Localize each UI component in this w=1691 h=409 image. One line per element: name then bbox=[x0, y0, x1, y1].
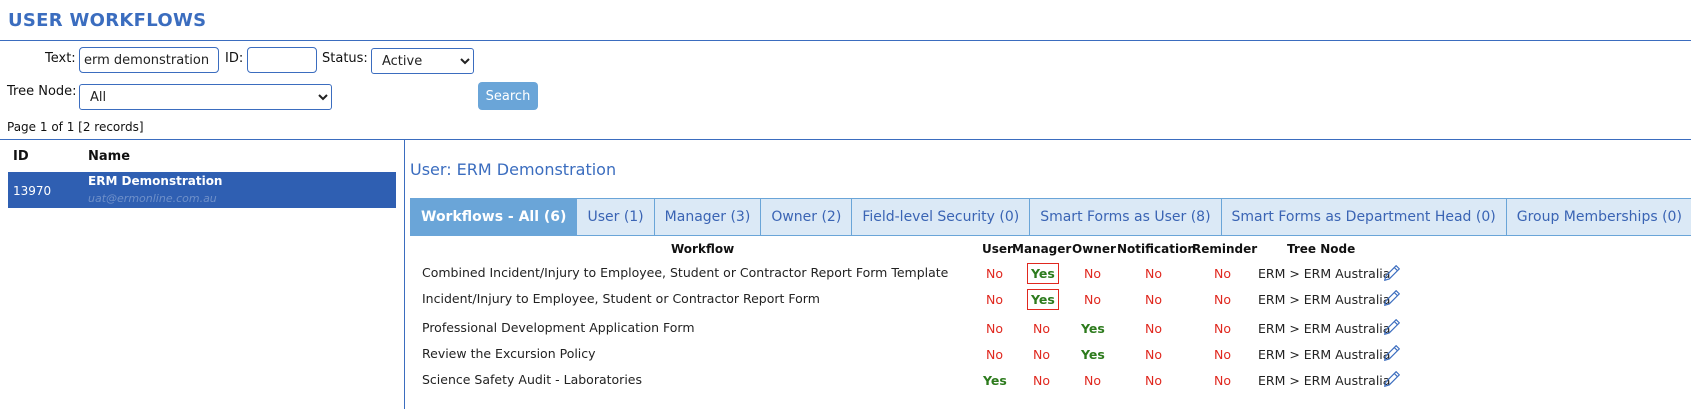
header-divider bbox=[0, 40, 1691, 41]
workflow-name: Review the Excursion Policy bbox=[422, 346, 596, 361]
column-header-manager: Manager bbox=[1012, 242, 1072, 256]
status-filter-label: Status: bbox=[322, 51, 368, 66]
owner-flag: No bbox=[1084, 373, 1101, 388]
tree-node-path: ERM > ERM Australia bbox=[1258, 347, 1391, 362]
tab-manager[interactable]: Manager (3) bbox=[653, 198, 762, 236]
pencil-icon[interactable] bbox=[1381, 316, 1403, 338]
list-header-id: ID bbox=[13, 149, 29, 164]
user-list-row-selected[interactable]: 13970 ERM Demonstration uat@ermonline.co… bbox=[8, 172, 396, 208]
status-select[interactable]: Active bbox=[371, 48, 474, 74]
text-filter-input[interactable] bbox=[79, 47, 219, 73]
tab-field-level-security[interactable]: Field-level Security (0) bbox=[851, 198, 1031, 236]
id-filter-input[interactable] bbox=[247, 47, 317, 73]
column-header-reminder: Reminder bbox=[1192, 242, 1258, 256]
owner-flag: No bbox=[1084, 266, 1101, 281]
detail-tabs: Workflows - All (6) User (1) Manager (3)… bbox=[410, 198, 1691, 236]
search-button[interactable]: Search bbox=[478, 82, 538, 110]
column-header-tree-node: Tree Node bbox=[1287, 242, 1356, 256]
manager-flag: No bbox=[1033, 347, 1050, 362]
page-info: Page 1 of 1 [2 records] bbox=[7, 120, 144, 134]
pencil-icon[interactable] bbox=[1381, 262, 1403, 284]
owner-flag: Yes bbox=[1081, 347, 1105, 362]
manager-flag: Yes bbox=[1027, 289, 1059, 310]
user-detail-title: User: ERM Demonstration bbox=[410, 160, 617, 179]
panel-divider bbox=[404, 139, 405, 409]
reminder-flag: No bbox=[1214, 292, 1231, 307]
notification-flag: No bbox=[1145, 373, 1162, 388]
reminder-flag: No bbox=[1214, 266, 1231, 281]
content-divider bbox=[0, 139, 1691, 140]
tree-node-path: ERM > ERM Australia bbox=[1258, 292, 1391, 307]
column-header-notification: Notification bbox=[1117, 242, 1196, 256]
page-title: USER WORKFLOWS bbox=[8, 10, 207, 31]
tabs-underline bbox=[410, 235, 1691, 236]
column-header-workflow: Workflow bbox=[671, 242, 735, 256]
owner-flag: No bbox=[1084, 292, 1101, 307]
workflow-name: Combined Incident/Injury to Employee, St… bbox=[422, 265, 949, 280]
notification-flag: No bbox=[1145, 292, 1162, 307]
notification-flag: No bbox=[1145, 347, 1162, 362]
tab-smart-forms-as-user[interactable]: Smart Forms as User (8) bbox=[1029, 198, 1222, 236]
tab-workflows-all[interactable]: Workflows - All (6) bbox=[410, 198, 578, 236]
column-header-user: User bbox=[982, 242, 1013, 256]
tree-node-select[interactable]: All bbox=[79, 84, 332, 110]
tree-node-path: ERM > ERM Australia bbox=[1258, 266, 1391, 281]
reminder-flag: No bbox=[1214, 373, 1231, 388]
tab-smart-forms-as-department-head[interactable]: Smart Forms as Department Head (0) bbox=[1220, 198, 1507, 236]
tree-node-label: Tree Node: bbox=[7, 84, 77, 99]
notification-flag: No bbox=[1145, 266, 1162, 281]
text-filter-label: Text: bbox=[45, 51, 76, 66]
manager-flag: No bbox=[1033, 321, 1050, 336]
manager-flag: Yes bbox=[1027, 263, 1059, 284]
manager-flag: No bbox=[1033, 373, 1050, 388]
id-filter-label: ID: bbox=[225, 51, 244, 66]
tree-node-path: ERM > ERM Australia bbox=[1258, 373, 1391, 388]
column-header-owner: Owner bbox=[1072, 242, 1116, 256]
owner-flag: Yes bbox=[1081, 321, 1105, 336]
user-flag: No bbox=[986, 292, 1003, 307]
workflow-name: Professional Development Application For… bbox=[422, 320, 695, 335]
tab-user[interactable]: User (1) bbox=[576, 198, 655, 236]
list-row-name: ERM Demonstration bbox=[88, 174, 223, 188]
workflow-name: Science Safety Audit - Laboratories bbox=[422, 372, 642, 387]
user-flag: No bbox=[986, 266, 1003, 281]
pencil-icon[interactable] bbox=[1381, 287, 1403, 309]
workflow-name: Incident/Injury to Employee, Student or … bbox=[422, 291, 820, 306]
list-row-email: uat@ermonline.com.au bbox=[88, 192, 217, 205]
reminder-flag: No bbox=[1214, 321, 1231, 336]
pencil-icon[interactable] bbox=[1381, 342, 1403, 364]
tab-owner[interactable]: Owner (2) bbox=[760, 198, 853, 236]
reminder-flag: No bbox=[1214, 347, 1231, 362]
pencil-icon[interactable] bbox=[1381, 368, 1403, 390]
user-flag: No bbox=[986, 347, 1003, 362]
tab-group-memberships[interactable]: Group Memberships (0) bbox=[1505, 198, 1691, 236]
notification-flag: No bbox=[1145, 321, 1162, 336]
user-flag: No bbox=[986, 321, 1003, 336]
user-flag: Yes bbox=[983, 373, 1007, 388]
list-header-name: Name bbox=[88, 149, 131, 164]
tree-node-path: ERM > ERM Australia bbox=[1258, 321, 1391, 336]
list-row-id: 13970 bbox=[13, 184, 52, 198]
